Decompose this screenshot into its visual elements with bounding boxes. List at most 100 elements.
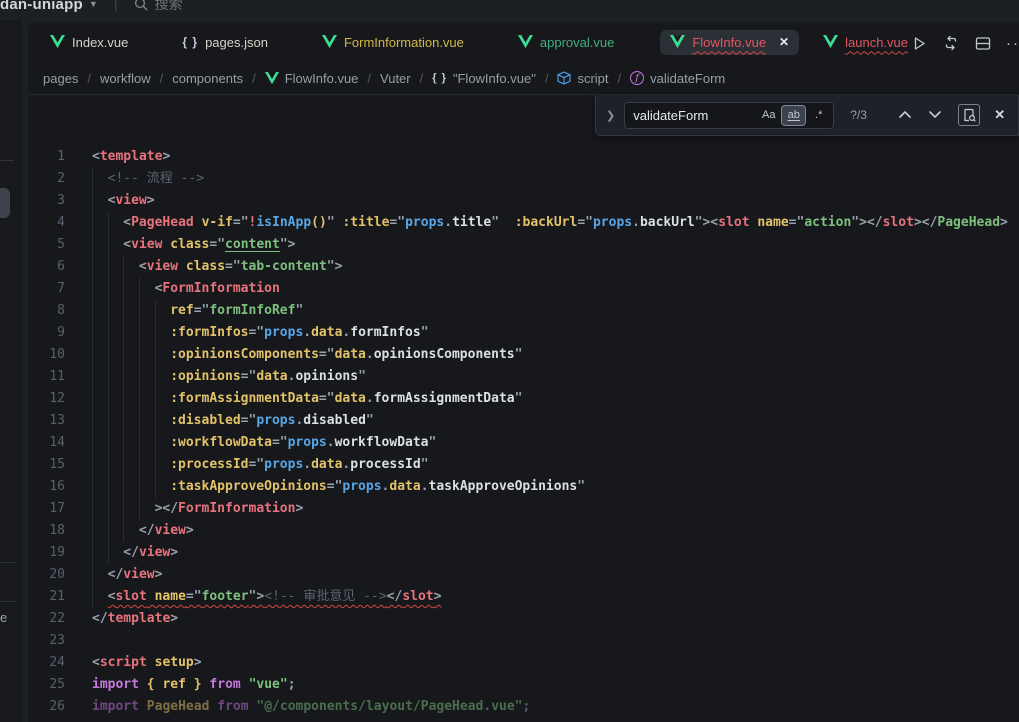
breadcrumb-label: Vuter bbox=[380, 71, 411, 86]
line-number: 5 bbox=[28, 234, 65, 256]
vue-icon bbox=[322, 35, 337, 48]
indent-guide bbox=[108, 432, 124, 454]
token: view bbox=[155, 523, 186, 538]
whole-word-button[interactable]: ab bbox=[782, 106, 805, 125]
code-line: 25import { ref } from "vue"; bbox=[28, 674, 1019, 696]
token: disabled bbox=[303, 413, 366, 428]
tab-label: launch.vue bbox=[845, 35, 908, 50]
breadcrumb-item[interactable]: fvalidateForm bbox=[630, 71, 725, 86]
previous-match-button[interactable] bbox=[898, 106, 912, 124]
breadcrumb-item[interactable]: Vuter bbox=[380, 71, 411, 86]
tab-approval-vue[interactable]: approval.vue bbox=[510, 30, 622, 55]
global-search[interactable]: 搜索 bbox=[134, 0, 183, 14]
token bbox=[178, 259, 186, 274]
token: ></ bbox=[914, 215, 937, 230]
token bbox=[194, 215, 202, 230]
token: " bbox=[358, 369, 366, 384]
breadcrumb-item[interactable]: script bbox=[557, 71, 608, 86]
token: slot bbox=[718, 215, 749, 230]
line-number: 9 bbox=[28, 322, 65, 344]
indent-guide bbox=[108, 388, 124, 410]
find-widget: ❯ Aa ab .* ?/3 ✕ bbox=[595, 95, 1019, 136]
token: . bbox=[303, 457, 311, 472]
indent-guide bbox=[92, 388, 108, 410]
indent-guide bbox=[123, 498, 139, 520]
close-tab-icon[interactable]: ✕ bbox=[779, 35, 789, 49]
regex-button[interactable]: .* bbox=[807, 106, 830, 125]
token: view bbox=[131, 237, 162, 252]
sidebar-scroll-handle[interactable] bbox=[0, 188, 10, 218]
next-match-button[interactable] bbox=[928, 106, 942, 124]
breadcrumb-item[interactable]: workflow bbox=[100, 71, 151, 86]
indent-guide bbox=[92, 322, 108, 344]
breadcrumb-label: validateForm bbox=[650, 71, 725, 86]
titlebar-divider: | bbox=[114, 0, 118, 13]
indent-guide bbox=[108, 410, 124, 432]
code-line-content: :opinions="data.opinions" bbox=[92, 366, 366, 388]
token: "> bbox=[249, 589, 265, 604]
token bbox=[139, 677, 147, 692]
clipped-sidebar-strip: e bbox=[0, 20, 22, 722]
token: ">< bbox=[695, 215, 718, 230]
token: taskApproveOpinions bbox=[429, 479, 578, 494]
code-line: 15:processId="props.data.processId" bbox=[28, 454, 1019, 476]
code-line-content: :opinionsComponents="data.opinionsCompon… bbox=[92, 344, 522, 366]
token: content bbox=[225, 237, 280, 252]
code-line-content: <FormInformation bbox=[92, 278, 280, 300]
indent-guide bbox=[139, 278, 155, 300]
breadcrumb-item[interactable]: pages bbox=[43, 71, 78, 86]
token: workflowData bbox=[335, 435, 429, 450]
token: =" bbox=[248, 325, 264, 340]
indent-guide bbox=[92, 278, 108, 300]
tab-flowinfo-vue[interactable]: FlowInfo.vue✕ bbox=[660, 30, 799, 55]
find-input[interactable] bbox=[633, 108, 755, 123]
token: view bbox=[123, 567, 154, 582]
breadcrumb-item[interactable]: FlowInfo.vue bbox=[265, 71, 359, 86]
token: :workflowData bbox=[170, 435, 272, 450]
sync-changes-icon[interactable] bbox=[942, 34, 960, 52]
token: slot bbox=[402, 589, 433, 604]
breadcrumb-item[interactable]: { }"FlowInfo.vue" bbox=[432, 71, 536, 86]
token: import bbox=[92, 677, 139, 692]
line-number: 26 bbox=[28, 696, 65, 718]
token: " bbox=[421, 325, 429, 340]
indent-guide bbox=[92, 432, 108, 454]
token: footer bbox=[202, 589, 249, 604]
token: slot bbox=[883, 215, 914, 230]
code-line: 19</view> bbox=[28, 542, 1019, 564]
tab-pages-json[interactable]: { }pages.json bbox=[174, 30, 276, 55]
toggle-replace-icon[interactable]: ❯ bbox=[606, 109, 615, 122]
indent-guide bbox=[108, 300, 124, 322]
token: ; bbox=[288, 677, 296, 692]
tab-index-vue[interactable]: Index.vue bbox=[42, 30, 136, 55]
project-name[interactable]: dan-uniapp bbox=[0, 0, 83, 13]
tab-forminformation-vue[interactable]: FormInformation.vue bbox=[314, 30, 472, 55]
code-line: 9:formInfos="props.data.formInfos" bbox=[28, 322, 1019, 344]
token: > bbox=[186, 523, 194, 538]
code-line-content: </view> bbox=[92, 564, 162, 586]
find-in-selection-button[interactable] bbox=[958, 104, 980, 126]
more-actions-icon[interactable]: ··· bbox=[1006, 35, 1019, 52]
breadcrumb-item[interactable]: components bbox=[172, 71, 243, 86]
token: PageHead bbox=[937, 215, 1000, 230]
split-editor-icon[interactable] bbox=[974, 34, 992, 52]
code-line: 17></FormInformation> bbox=[28, 498, 1019, 520]
line-number: 7 bbox=[28, 278, 65, 300]
line-number: 8 bbox=[28, 300, 65, 322]
token: props bbox=[342, 479, 381, 494]
indent-guide bbox=[92, 564, 108, 586]
code-editor[interactable]: 1<template>2<!-- 流程 -->3<view>4<PageHead… bbox=[28, 146, 1019, 722]
token: =" bbox=[225, 259, 241, 274]
code-line-content: <PageHead v-if="!isInApp()" :title="prop… bbox=[92, 212, 1008, 234]
run-button[interactable] bbox=[910, 34, 928, 52]
tab-actions: ··· bbox=[910, 26, 1019, 60]
code-line: 22</template> bbox=[28, 608, 1019, 630]
sidebar-fragment bbox=[0, 601, 16, 602]
indent-guide bbox=[139, 300, 155, 322]
token: . bbox=[632, 215, 640, 230]
match-case-button[interactable]: Aa bbox=[757, 106, 780, 125]
close-find-icon[interactable]: ✕ bbox=[994, 107, 1005, 123]
tab-launch-vue[interactable]: launch.vue bbox=[815, 30, 916, 55]
token: . bbox=[327, 435, 335, 450]
line-number: 22 bbox=[28, 608, 65, 630]
